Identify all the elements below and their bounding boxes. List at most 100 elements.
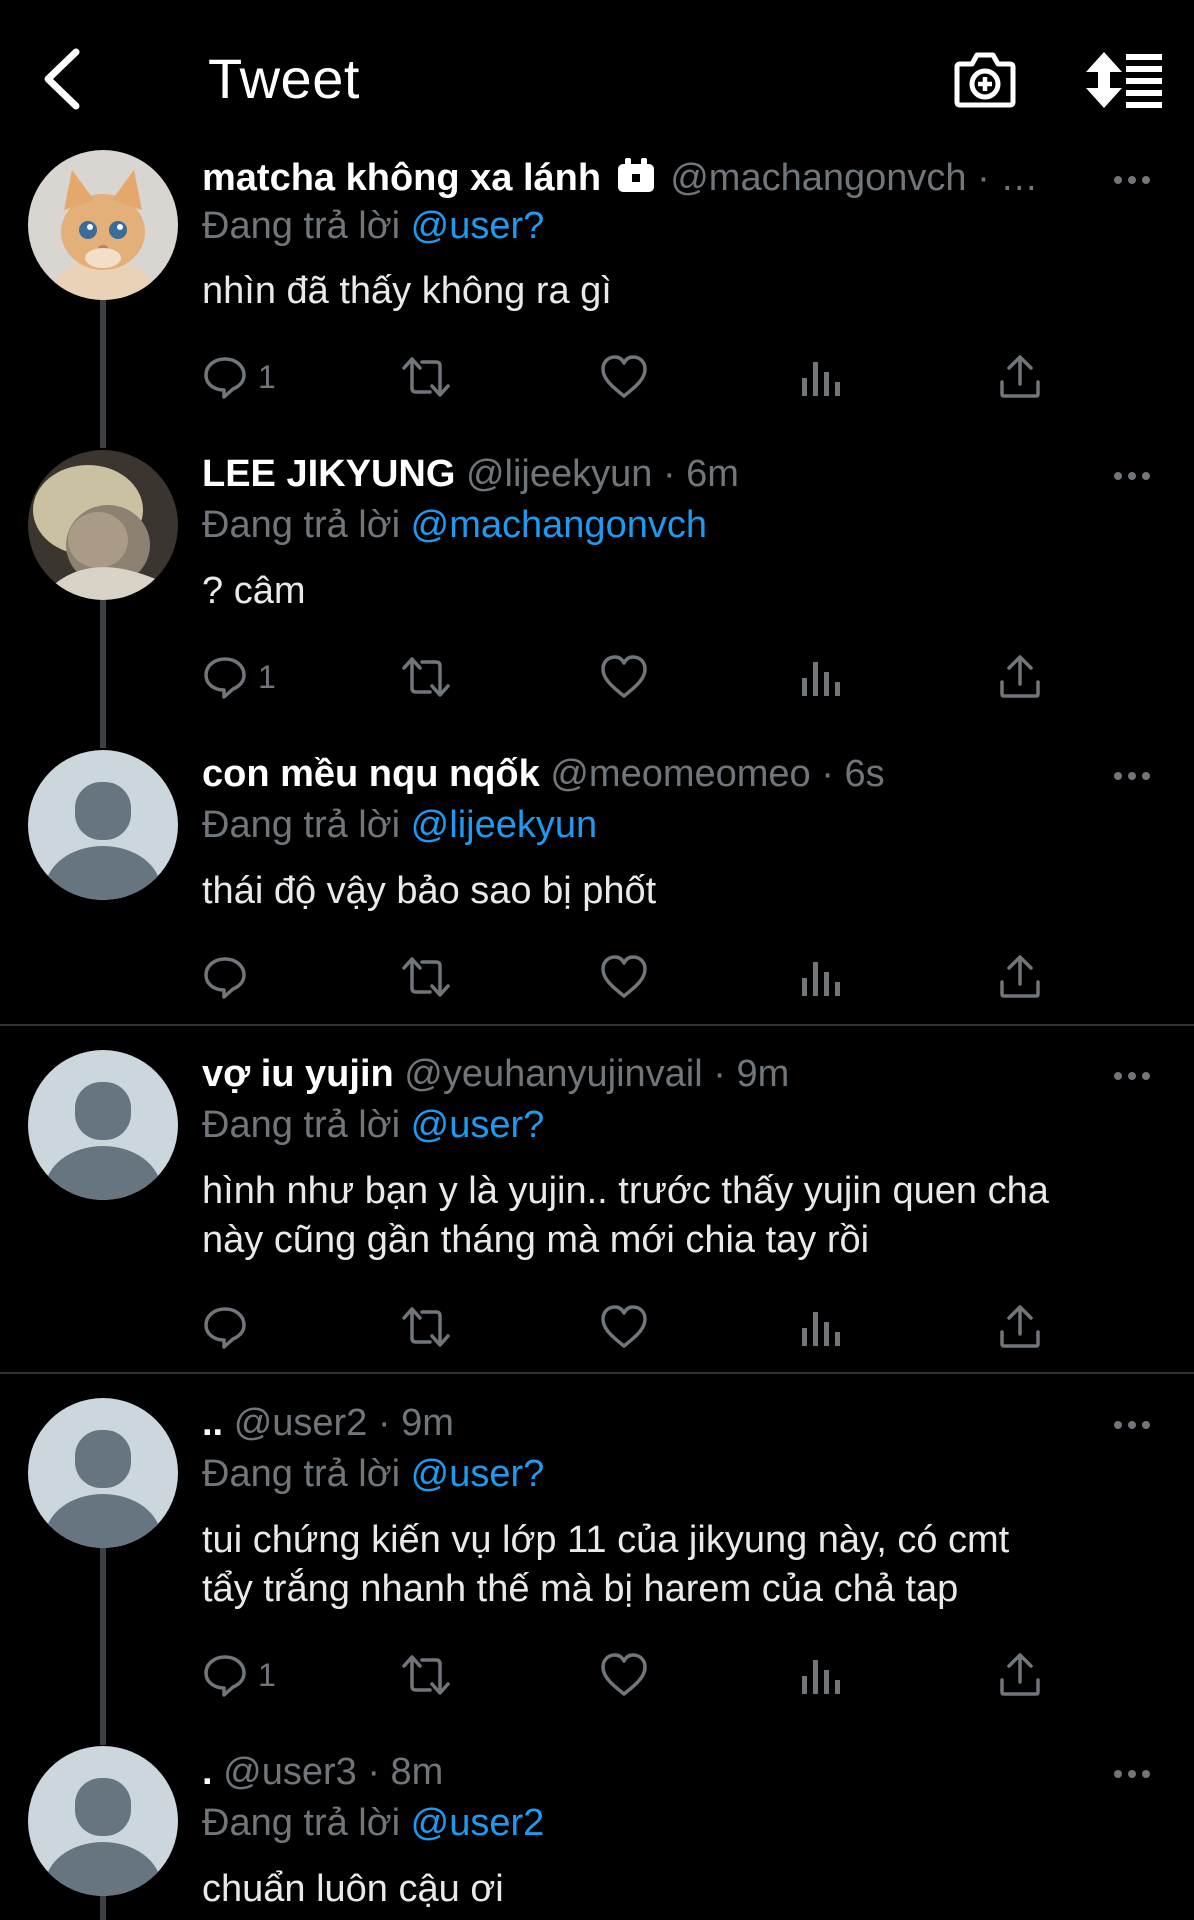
replying-to-link[interactable]: @lijeekyun [411,804,597,846]
retweet-button[interactable] [400,652,452,702]
more-options-icon[interactable] [1112,1764,1152,1784]
replying-to-link[interactable]: @user2 [411,1802,545,1844]
sort-lines-icon [1086,52,1162,108]
reply-button[interactable] [202,1302,248,1352]
page-title: Tweet [208,47,360,110]
tweet-text-line: ? câm [202,570,306,612]
analytics-icon [802,1312,840,1346]
divider [0,1372,1194,1374]
reply-icon [204,1307,246,1349]
user-handle[interactable]: @user3 [223,1751,357,1793]
share-button[interactable] [998,1650,1042,1700]
user-handle[interactable]: @lijeekyun [466,453,652,495]
tweet-time: · 9m [377,1402,454,1444]
retweet-button[interactable] [400,952,452,1002]
more-options-icon[interactable] [1112,1066,1152,1086]
like-button[interactable] [600,652,648,702]
sort-button[interactable] [1086,52,1162,108]
replying-to: Đang trả lời @user? [202,204,544,248]
analytics-icon [802,1660,840,1694]
retweet-icon [402,657,450,697]
share-icon [1000,655,1040,698]
camera-button[interactable] [954,50,1016,108]
retweet-button[interactable] [400,352,452,402]
display-name[interactable]: .. [202,1402,223,1444]
thread-line [100,300,106,448]
share-button[interactable] [998,1302,1042,1352]
tweet-text: nhìn đã thấy không ra gì [202,267,1162,316]
tweet-header: .. @user2 · 9m [202,1401,454,1445]
more-options-icon[interactable] [1112,170,1152,190]
avatar[interactable] [28,1050,178,1200]
share-button[interactable] [998,352,1042,402]
heart-icon [601,955,647,998]
like-button[interactable] [600,352,648,402]
reply-button[interactable]: 1 [202,352,276,402]
views-button[interactable] [800,352,840,402]
retweet-icon [402,357,450,397]
like-button[interactable] [600,1302,648,1352]
retweet-button[interactable] [400,1302,452,1352]
user-handle[interactable]: @user2 [234,1402,368,1444]
tweet-text: thái độ vậy bảo sao bị phốt [202,867,1162,916]
display-name[interactable]: LEE JIKYUNG [202,453,455,495]
tweet-text-line: này cũng gần tháng mà mới chia tay rồi [202,1219,870,1261]
views-button[interactable] [800,1650,840,1700]
tweet-text: tui chứng kiến vụ lớp 11 của jikyung này… [202,1516,1162,1614]
replying-to-link[interactable]: @user? [411,1104,545,1146]
views-button[interactable] [800,1302,840,1352]
share-icon [1000,955,1040,998]
tweet-time: · … [977,157,1039,199]
display-name[interactable]: matcha không xa lánh [202,157,601,199]
calendar-icon [617,158,654,192]
thread-line [100,600,106,748]
top-bar: Tweet [0,0,1194,160]
avatar[interactable] [28,450,178,600]
share-icon [1000,1653,1040,1696]
camera-plus-icon [954,52,1016,108]
tweet-text-line: hình như bạn y là yujin.. trước thấy yuj… [202,1170,1049,1212]
avatar[interactable] [28,1398,178,1548]
user-handle[interactable]: @machangonvch [670,157,966,199]
reply-count: 1 [258,1656,276,1693]
like-button[interactable] [600,952,648,1002]
retweet-button[interactable] [400,1650,452,1700]
share-button[interactable] [998,952,1042,1002]
share-button[interactable] [998,652,1042,702]
share-icon [1000,1305,1040,1348]
tweet-text: ? câm [202,567,1162,616]
replying-to: Đang trả lời @lijeekyun [202,803,597,847]
retweet-icon [402,1307,450,1347]
reply-button[interactable]: 1 [202,652,276,702]
like-button[interactable] [600,1650,648,1700]
user-handle[interactable]: @yeuhanyujinvail [404,1053,702,1095]
more-options-icon[interactable] [1112,1415,1152,1435]
replying-to-label: Đang trả lời [202,205,401,247]
replying-to-label: Đang trả lời [202,1104,401,1146]
display-name[interactable]: con mều nqu nqốk [202,753,540,795]
avatar[interactable] [28,750,178,900]
more-options-icon[interactable] [1112,466,1152,486]
reply-icon [204,1655,246,1697]
replying-to-link[interactable]: @user? [411,205,545,247]
tweet-header: con mều nqu nqốk @meomeomeo · 6s [202,752,885,796]
views-button[interactable] [800,952,840,1002]
back-button[interactable] [40,44,86,114]
more-options-icon[interactable] [1112,766,1152,786]
reply-icon [204,957,246,999]
replying-to-link[interactable]: @machangonvch [411,504,707,546]
replying-to-link[interactable]: @user? [411,1453,545,1495]
user-handle[interactable]: @meomeomeo [550,753,810,795]
tweet-text: chuẩn luôn cậu ơi [202,1865,1162,1914]
reply-count: 1 [258,358,276,395]
retweet-icon [402,1655,450,1695]
replying-to-label: Đang trả lời [202,1802,401,1844]
reply-button[interactable]: 1 [202,1650,276,1700]
tweet-header: matcha không xa lánh @machangonvch · … [202,156,1038,200]
avatar[interactable] [28,150,178,300]
avatar[interactable] [28,1746,178,1896]
views-button[interactable] [800,652,840,702]
display-name[interactable]: vợ iu yujin [202,1053,394,1095]
display-name[interactable]: . [202,1751,213,1793]
reply-button[interactable] [202,952,248,1002]
